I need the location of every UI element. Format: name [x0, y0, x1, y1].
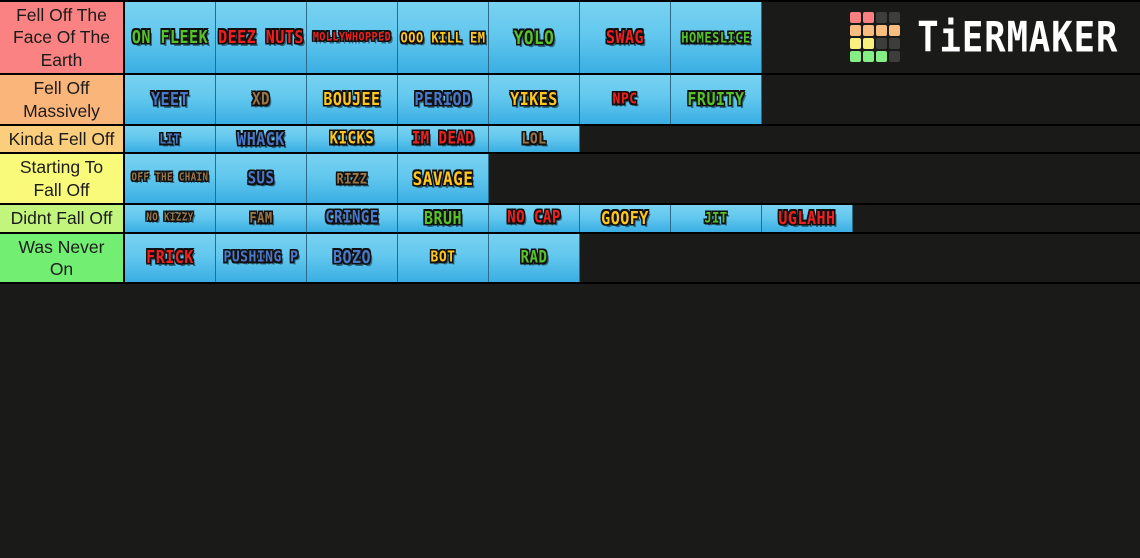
tier-item[interactable]: NPC	[580, 75, 671, 124]
tier-item-label: RIZZ	[336, 170, 368, 187]
tier-item-label: SWAG	[605, 26, 645, 48]
tier-item-label: NPC	[612, 90, 638, 109]
tier-list-board: Fell Off The Face Of The Earth ON FLEEK DE…	[0, 0, 1140, 558]
tier-items: FRICK PUSHING P BOZO BOT RAD	[125, 233, 1140, 283]
tier-item-label: XD	[252, 90, 270, 110]
tier-item[interactable]: JIT	[671, 205, 762, 232]
tier-item[interactable]: FRICK	[125, 233, 216, 283]
tier-item-label: HOMESLICE	[681, 29, 751, 46]
tier-item[interactable]: RIZZ	[307, 154, 398, 204]
tier-item-label: NO CAP	[507, 208, 561, 228]
tier-item[interactable]: MOLLYWHOPPED	[307, 2, 398, 74]
tier-item-label: BOT	[430, 249, 456, 267]
tier-label[interactable]: Was Never On	[0, 233, 125, 283]
tier-item-label: WHACK	[237, 127, 285, 150]
tier-item-label: GOOFY	[601, 207, 649, 229]
tier-item[interactable]: BOT	[398, 233, 489, 283]
tier-item-label: FAM	[249, 210, 273, 227]
tier-item[interactable]: YIKES	[489, 75, 580, 124]
tier-item-label: CRINGE	[325, 208, 379, 228]
tier-item[interactable]: PUSHING P	[216, 233, 307, 283]
tier-drop-area[interactable]	[489, 154, 1140, 204]
tier-row: Fell Off Massively YEET XD BOUJEE PERIOD YIKE…	[0, 75, 1140, 126]
tier-item[interactable]: YEET	[125, 75, 216, 124]
tier-item-label: PERIOD	[414, 88, 472, 110]
tier-label[interactable]: Fell Off Massively	[0, 75, 125, 124]
tier-drop-area[interactable]	[580, 125, 1140, 153]
tier-item-label: SUS	[247, 169, 275, 189]
tier-row: Didnt Fall Off NO KIZZY FAM CRINGE BRUH NO CA…	[0, 205, 1140, 234]
tier-items: YEET XD BOUJEE PERIOD YIKES NPC FRUITY	[125, 75, 1140, 124]
tier-row: Fell Off The Face Of The Earth ON FLEEK DE…	[0, 0, 1140, 76]
tier-item[interactable]: BOUJEE	[307, 75, 398, 124]
tier-item[interactable]: SWAG	[580, 2, 671, 74]
tier-item-label: RAD	[520, 248, 548, 268]
tier-drop-area[interactable]	[762, 75, 1140, 124]
tier-item[interactable]: LIT	[125, 125, 216, 153]
tier-item[interactable]: BRUH	[398, 205, 489, 232]
tier-item-label: YIKES	[510, 88, 558, 110]
tier-item[interactable]: IM DEAD	[398, 125, 489, 153]
tier-item[interactable]: SAVAGE	[398, 154, 489, 204]
tier-row: Kinda Fell Off LIT WHACK KICKS IM DEAD LOL	[0, 125, 1140, 155]
tier-item-label: LOL	[521, 130, 547, 148]
tier-row: Starting To Fall Off OFF THE CHAIN SUS RIZZ…	[0, 154, 1140, 206]
tier-item[interactable]: SUS	[216, 154, 307, 204]
tier-row: Was Never On FRICK PUSHING P BOZO BOT RAD	[0, 233, 1140, 285]
tier-item[interactable]: FRUITY	[671, 75, 762, 124]
tier-label[interactable]: Kinda Fell Off	[0, 125, 125, 153]
tier-drop-area[interactable]	[853, 205, 1140, 232]
tier-drop-area[interactable]	[762, 2, 1140, 74]
tier-item[interactable]: FAM	[216, 205, 307, 232]
tier-item[interactable]: GOOFY	[580, 205, 671, 232]
tier-item-label: ON FLEEK	[131, 26, 209, 48]
tier-label[interactable]: Didnt Fall Off	[0, 205, 125, 232]
tier-item-label: UGLAHH	[778, 207, 836, 229]
tier-item[interactable]: KICKS	[307, 125, 398, 153]
tier-item-label: KICKS	[329, 129, 375, 149]
tier-items: OFF THE CHAIN SUS RIZZ SAVAGE	[125, 154, 1140, 204]
tier-item-label: LIT	[159, 131, 181, 147]
tier-item-label: SAVAGE	[412, 166, 474, 190]
tier-item-label: DEEZ NUTS	[218, 26, 304, 48]
tier-item[interactable]: WHACK	[216, 125, 307, 153]
tier-item-label: IM DEAD	[411, 129, 475, 149]
tier-item-label: OFF THE CHAIN	[131, 172, 209, 185]
tier-item-label: PUSHING P	[223, 249, 299, 267]
tier-item-label: JIT	[704, 210, 728, 227]
tier-items: NO KIZZY FAM CRINGE BRUH NO CAP GOOFY JIT UGLAH…	[125, 205, 1140, 232]
tier-item[interactable]: CRINGE	[307, 205, 398, 232]
tier-item[interactable]: RAD	[489, 233, 580, 283]
tier-item[interactable]: BOZO	[307, 233, 398, 283]
tier-item-label: NO KIZZY	[146, 211, 194, 224]
tier-item[interactable]: XD	[216, 75, 307, 124]
tier-drop-area[interactable]	[580, 233, 1140, 283]
tier-item-label: FRICK	[146, 246, 194, 268]
tier-item-label: BRUH	[423, 207, 463, 229]
tier-item-label: BOZO	[332, 246, 372, 268]
tier-item[interactable]: YOLO	[489, 2, 580, 74]
tier-item[interactable]: OFF THE CHAIN	[125, 154, 216, 204]
tier-item-label: OOO KILL EM	[400, 29, 486, 46]
tier-item[interactable]: ON FLEEK	[125, 2, 216, 74]
tier-item[interactable]: OOO KILL EM	[398, 2, 489, 74]
tier-item[interactable]: PERIOD	[398, 75, 489, 124]
tier-item[interactable]: HOMESLICE	[671, 2, 762, 74]
tier-item[interactable]: NO KIZZY	[125, 205, 216, 232]
tier-rows-container: Fell Off The Face Of The Earth ON FLEEK DE…	[0, 0, 1140, 285]
tier-item-label: FRUITY	[687, 88, 745, 110]
tier-items: ON FLEEK DEEZ NUTS MOLLYWHOPPED OOO KILL EM…	[125, 2, 1140, 74]
tier-item-label: BOUJEE	[323, 88, 381, 110]
tier-items: LIT WHACK KICKS IM DEAD LOL	[125, 125, 1140, 153]
tier-item[interactable]: UGLAHH	[762, 205, 853, 232]
tier-item-label: YEET	[150, 88, 190, 110]
tier-item-label: MOLLYWHOPPED	[312, 30, 392, 44]
tier-label[interactable]: Fell Off The Face Of The Earth	[0, 2, 125, 74]
tier-label[interactable]: Starting To Fall Off	[0, 154, 125, 204]
tier-item[interactable]: NO CAP	[489, 205, 580, 232]
tier-item[interactable]: LOL	[489, 125, 580, 153]
tier-item[interactable]: DEEZ NUTS	[216, 2, 307, 74]
tier-item-label: YOLO	[513, 25, 555, 49]
